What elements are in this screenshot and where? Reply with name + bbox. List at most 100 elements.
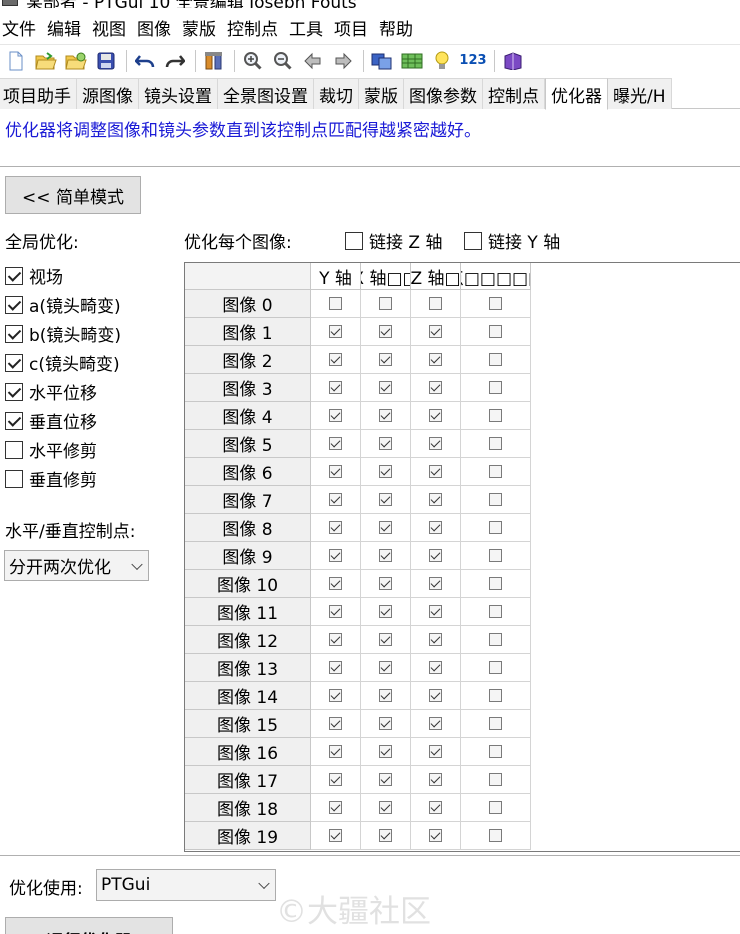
- link-y-checkbox[interactable]: 链接 Y 轴: [464, 228, 560, 253]
- numbers-icon[interactable]: 123: [458, 48, 488, 74]
- grid-row-header[interactable]: 图像 11: [185, 598, 311, 626]
- global-opt-item[interactable]: 垂直位移: [5, 408, 97, 433]
- grid-cell-checkbox[interactable]: [379, 801, 392, 814]
- grid-cell-checkbox[interactable]: [429, 605, 442, 618]
- grid-cell-checkbox[interactable]: [489, 381, 502, 394]
- grid-row-header[interactable]: 图像 5: [185, 430, 311, 458]
- global-opt-item[interactable]: 水平位移: [5, 379, 97, 404]
- tab-3[interactable]: 全景图设置: [218, 78, 314, 109]
- editor-icon[interactable]: [368, 48, 396, 74]
- grid-cell-checkbox[interactable]: [379, 773, 392, 786]
- global-opt-item[interactable]: 水平修剪: [5, 437, 97, 462]
- grid-cell-checkbox[interactable]: [489, 437, 502, 450]
- grid-cell-checkbox[interactable]: [489, 801, 502, 814]
- forward-icon[interactable]: [329, 48, 357, 74]
- grid-row-header[interactable]: 图像 2: [185, 346, 311, 374]
- grid-cell-checkbox[interactable]: [429, 633, 442, 646]
- grid-cell-checkbox[interactable]: [329, 381, 342, 394]
- save-icon[interactable]: [92, 48, 120, 74]
- grid-cell-checkbox[interactable]: [429, 297, 442, 310]
- global-opt-item[interactable]: c(镜头畸变): [5, 350, 120, 375]
- back-icon[interactable]: [299, 48, 327, 74]
- grid-cell-checkbox[interactable]: [489, 409, 502, 422]
- grid-row-header[interactable]: 图像 18: [185, 794, 311, 822]
- link-y-box[interactable]: [464, 231, 482, 250]
- grid-cell-checkbox[interactable]: [429, 577, 442, 590]
- global-opt-checkbox[interactable]: [5, 353, 23, 372]
- grid-cell-checkbox[interactable]: [429, 829, 442, 842]
- tools-icon[interactable]: [200, 48, 228, 74]
- grid-cell-checkbox[interactable]: [379, 745, 392, 758]
- grid-cell-checkbox[interactable]: [379, 661, 392, 674]
- grid-cell-checkbox[interactable]: [329, 549, 342, 562]
- grid-cell-checkbox[interactable]: [379, 577, 392, 590]
- grid-cell-checkbox[interactable]: [489, 689, 502, 702]
- global-opt-checkbox[interactable]: [5, 295, 23, 314]
- grid-cell-checkbox[interactable]: [329, 493, 342, 506]
- table-icon[interactable]: [398, 48, 426, 74]
- menu-item-5[interactable]: 控制点: [223, 15, 285, 40]
- grid-cell-checkbox[interactable]: [489, 773, 502, 786]
- grid-cell-checkbox[interactable]: [489, 549, 502, 562]
- grid-cell-checkbox[interactable]: [429, 549, 442, 562]
- grid-cell-checkbox[interactable]: [379, 633, 392, 646]
- global-opt-checkbox[interactable]: [5, 411, 23, 430]
- grid-cell-checkbox[interactable]: [489, 325, 502, 338]
- global-opt-item[interactable]: b(镜头畸变): [5, 321, 121, 346]
- open-icon[interactable]: [32, 48, 60, 74]
- grid-cell-checkbox[interactable]: [329, 521, 342, 534]
- tab-0[interactable]: 项目助手: [0, 78, 77, 109]
- grid-cell-checkbox[interactable]: [429, 801, 442, 814]
- grid-cell-checkbox[interactable]: [329, 437, 342, 450]
- menu-item-6[interactable]: 工具: [285, 15, 330, 40]
- grid-cell-checkbox[interactable]: [489, 465, 502, 478]
- grid-cell-checkbox[interactable]: [429, 521, 442, 534]
- grid-row-header[interactable]: 图像 7: [185, 486, 311, 514]
- grid-cell-checkbox[interactable]: [329, 325, 342, 338]
- run-optimizer-button[interactable]: 运行优化器: [5, 917, 173, 934]
- grid-cell-checkbox[interactable]: [489, 829, 502, 842]
- grid-cell-checkbox[interactable]: [329, 829, 342, 842]
- grid-cell-checkbox[interactable]: [329, 661, 342, 674]
- grid-row-header[interactable]: 图像 6: [185, 458, 311, 486]
- book-icon[interactable]: [499, 48, 527, 74]
- tab-7[interactable]: 控制点: [483, 78, 545, 109]
- grid-column-header[interactable]: 点□□□□□: [461, 263, 531, 290]
- grid-cell-checkbox[interactable]: [489, 605, 502, 618]
- grid-cell-checkbox[interactable]: [429, 717, 442, 730]
- grid-cell-checkbox[interactable]: [429, 465, 442, 478]
- open-recent-icon[interactable]: [62, 48, 90, 74]
- grid-cell-checkbox[interactable]: [329, 801, 342, 814]
- menu-item-0[interactable]: 文件: [0, 15, 43, 40]
- grid-cell-checkbox[interactable]: [329, 577, 342, 590]
- tab-6[interactable]: 图像参数: [404, 78, 483, 109]
- grid-cell-checkbox[interactable]: [329, 353, 342, 366]
- grid-row-header[interactable]: 图像 1: [185, 318, 311, 346]
- zoom-out-icon[interactable]: [269, 48, 297, 74]
- menu-item-3[interactable]: 图像: [133, 15, 178, 40]
- tab-4[interactable]: 裁切: [314, 78, 359, 109]
- grid-cell-checkbox[interactable]: [429, 409, 442, 422]
- global-opt-item[interactable]: a(镜头畸变): [5, 292, 121, 317]
- hv-control-points-select[interactable]: 分开两次优化: [4, 550, 149, 581]
- grid-row-header[interactable]: 图像 4: [185, 402, 311, 430]
- grid-cell-checkbox[interactable]: [489, 661, 502, 674]
- grid-cell-checkbox[interactable]: [329, 745, 342, 758]
- grid-cell-checkbox[interactable]: [329, 773, 342, 786]
- menu-item-4[interactable]: 蒙版: [178, 15, 223, 40]
- grid-cell-checkbox[interactable]: [429, 353, 442, 366]
- grid-cell-checkbox[interactable]: [379, 437, 392, 450]
- grid-cell-checkbox[interactable]: [489, 493, 502, 506]
- grid-cell-checkbox[interactable]: [489, 577, 502, 590]
- grid-cell-checkbox[interactable]: [379, 493, 392, 506]
- tab-9[interactable]: 曝光/H: [608, 78, 672, 109]
- grid-cell-checkbox[interactable]: [489, 353, 502, 366]
- grid-cell-checkbox[interactable]: [329, 297, 342, 310]
- tab-1[interactable]: 源图像: [77, 78, 139, 109]
- global-opt-checkbox[interactable]: [5, 266, 23, 285]
- grid-cell-checkbox[interactable]: [379, 353, 392, 366]
- global-opt-checkbox[interactable]: [5, 440, 23, 459]
- grid-column-header[interactable]: Y 轴: [311, 263, 361, 290]
- grid-cell-checkbox[interactable]: [379, 829, 392, 842]
- grid-cell-checkbox[interactable]: [489, 297, 502, 310]
